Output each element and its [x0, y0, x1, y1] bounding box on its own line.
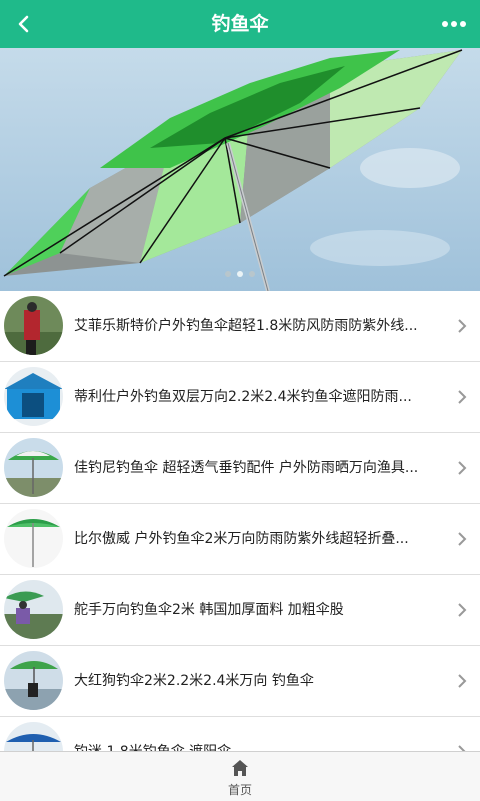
carousel-dot-active[interactable] — [237, 271, 243, 277]
product-thumbnail — [4, 509, 63, 568]
product-thumbnail — [4, 367, 63, 426]
tab-home-label: 首页 — [227, 783, 252, 797]
top-bar: 钓鱼伞 — [0, 0, 480, 48]
product-title: 比尔傲威 户外钓鱼伞2米万向防雨防紫外线超轻折叠... — [74, 531, 409, 547]
list-item[interactable]: 蒂利仕户外钓鱼双层万向2.2米2.4米钓鱼伞遮阳防雨... — [0, 362, 480, 433]
page-title: 钓鱼伞 — [211, 13, 269, 35]
product-title: 艾菲乐斯特价户外钓鱼伞超轻1.8米防风防雨防紫外线... — [74, 318, 418, 334]
list-item[interactable]: 佳钓尼钓鱼伞 超轻透气垂钓配件 户外防雨晒万向渔具... — [0, 433, 480, 504]
chevron-right-icon — [458, 390, 467, 404]
chevron-right-icon — [458, 674, 467, 688]
list-item[interactable]: 大红狗钓伞2米2.2米2.4米万向 钓鱼伞 — [0, 646, 480, 717]
product-list: 艾菲乐斯特价户外钓鱼伞超轻1.8米防风防雨防紫外线... 蒂利仕户外钓鱼双层万向… — [0, 291, 480, 751]
chevron-right-icon — [458, 603, 467, 617]
list-item[interactable]: 舵手万向钓鱼伞2米 韩国加厚面料 加粗伞股 — [0, 575, 480, 646]
product-thumbnail — [4, 580, 63, 639]
more-dots-icon — [442, 21, 466, 27]
tab-home[interactable]: 首页 — [0, 752, 480, 801]
carousel-indicators — [0, 271, 480, 277]
product-title: 佳钓尼钓鱼伞 超轻透气垂钓配件 户外防雨晒万向渔具... — [74, 460, 419, 476]
chevron-right-icon — [458, 532, 467, 546]
chevron-right-icon — [458, 319, 467, 333]
bottom-tab-bar: 首页 — [0, 751, 480, 801]
list-item[interactable]: 艾菲乐斯特价户外钓鱼伞超轻1.8米防风防雨防紫外线... — [0, 291, 480, 362]
chevron-right-icon — [458, 745, 466, 751]
product-thumbnail — [4, 651, 63, 710]
home-icon — [232, 760, 248, 776]
product-title: 蒂利仕户外钓鱼双层万向2.2米2.4米钓鱼伞遮阳防雨... — [74, 389, 412, 405]
product-title: 钓迷 1.8米钓鱼伞 遮阳伞 — [74, 717, 432, 751]
more-button[interactable] — [436, 6, 472, 42]
product-thumbnail — [4, 722, 63, 751]
product-title: 舵手万向钓鱼伞2米 韩国加厚面料 加粗伞股 — [74, 602, 344, 618]
product-title: 大红狗钓伞2米2.2米2.4米万向 钓鱼伞 — [74, 673, 314, 689]
list-item[interactable]: 比尔傲威 户外钓鱼伞2米万向防雨防紫外线超轻折叠... — [0, 504, 480, 575]
product-thumbnail — [4, 438, 63, 497]
banner-carousel[interactable] — [0, 48, 480, 291]
list-item[interactable]: 钓迷 1.8米钓鱼伞 遮阳伞 — [0, 717, 480, 751]
banner-umbrella-image — [0, 48, 480, 291]
chevron-right-icon — [458, 461, 467, 475]
carousel-dot[interactable] — [225, 271, 231, 277]
product-thumbnail — [4, 296, 63, 355]
carousel-dot[interactable] — [249, 271, 255, 277]
